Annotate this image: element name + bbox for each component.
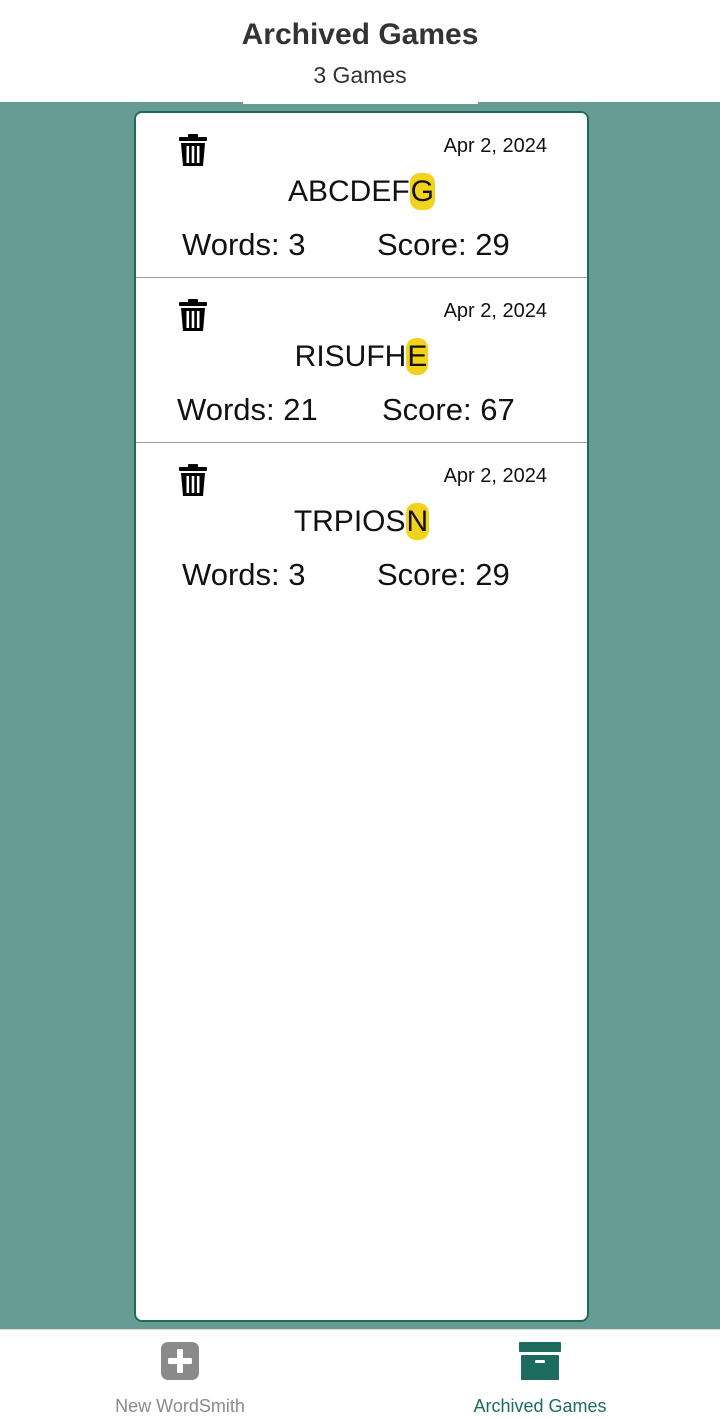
trash-icon[interactable] [178, 133, 208, 167]
game-letters: ABCDEFG [136, 173, 587, 210]
plus-square-icon [161, 1342, 199, 1380]
tab-new-wordsmith[interactable]: New WordSmith [0, 1330, 360, 1418]
game-date: Apr 2, 2024 [443, 135, 547, 157]
game-row[interactable]: Apr 2, 2024 ABCDEFG Words: 3 Score: 29 [136, 113, 587, 278]
archive-icon [519, 1342, 561, 1380]
letters-prefix: TRPIOS [293, 505, 406, 538]
letters-prefix: RISUFH [294, 340, 407, 373]
game-row[interactable]: Apr 2, 2024 RISUFHE Words: 21 Score: 67 [136, 278, 587, 443]
score: Score: 29 [377, 557, 510, 592]
words-count: Words: 3 [182, 557, 306, 592]
tab-label-archived-games: Archived Games [473, 1396, 607, 1416]
tab-archived-games[interactable]: Archived Games [360, 1330, 720, 1418]
game-date: Apr 2, 2024 [443, 465, 547, 487]
words-count: Words: 3 [182, 227, 306, 262]
trash-icon[interactable] [178, 298, 208, 332]
header: Archived Games 3 Games [0, 0, 720, 102]
score: Score: 67 [382, 392, 515, 427]
game-count: 3 Games [313, 62, 407, 88]
trash-icon[interactable] [178, 463, 208, 497]
header-underline [243, 100, 478, 104]
center-letter: G [409, 173, 436, 210]
archived-games-list[interactable]: Apr 2, 2024 ABCDEFG Words: 3 Score: 29 A… [134, 111, 589, 1322]
game-letters: TRPIOSN [136, 503, 587, 540]
words-count: Words: 21 [177, 392, 318, 427]
score: Score: 29 [377, 227, 510, 262]
game-date: Apr 2, 2024 [443, 300, 547, 322]
center-letter: N [405, 503, 430, 540]
center-letter: E [406, 338, 429, 375]
letters-prefix: ABCDEF [287, 175, 410, 208]
page-title: Archived Games [241, 18, 479, 51]
game-row[interactable]: Apr 2, 2024 TRPIOSN Words: 3 Score: 29 [136, 443, 587, 607]
game-letters: RISUFHE [136, 338, 587, 375]
bottom-tab-bar: New WordSmith Archived Games [0, 1329, 720, 1418]
tab-label-new-wordsmith: New WordSmith [115, 1396, 245, 1416]
